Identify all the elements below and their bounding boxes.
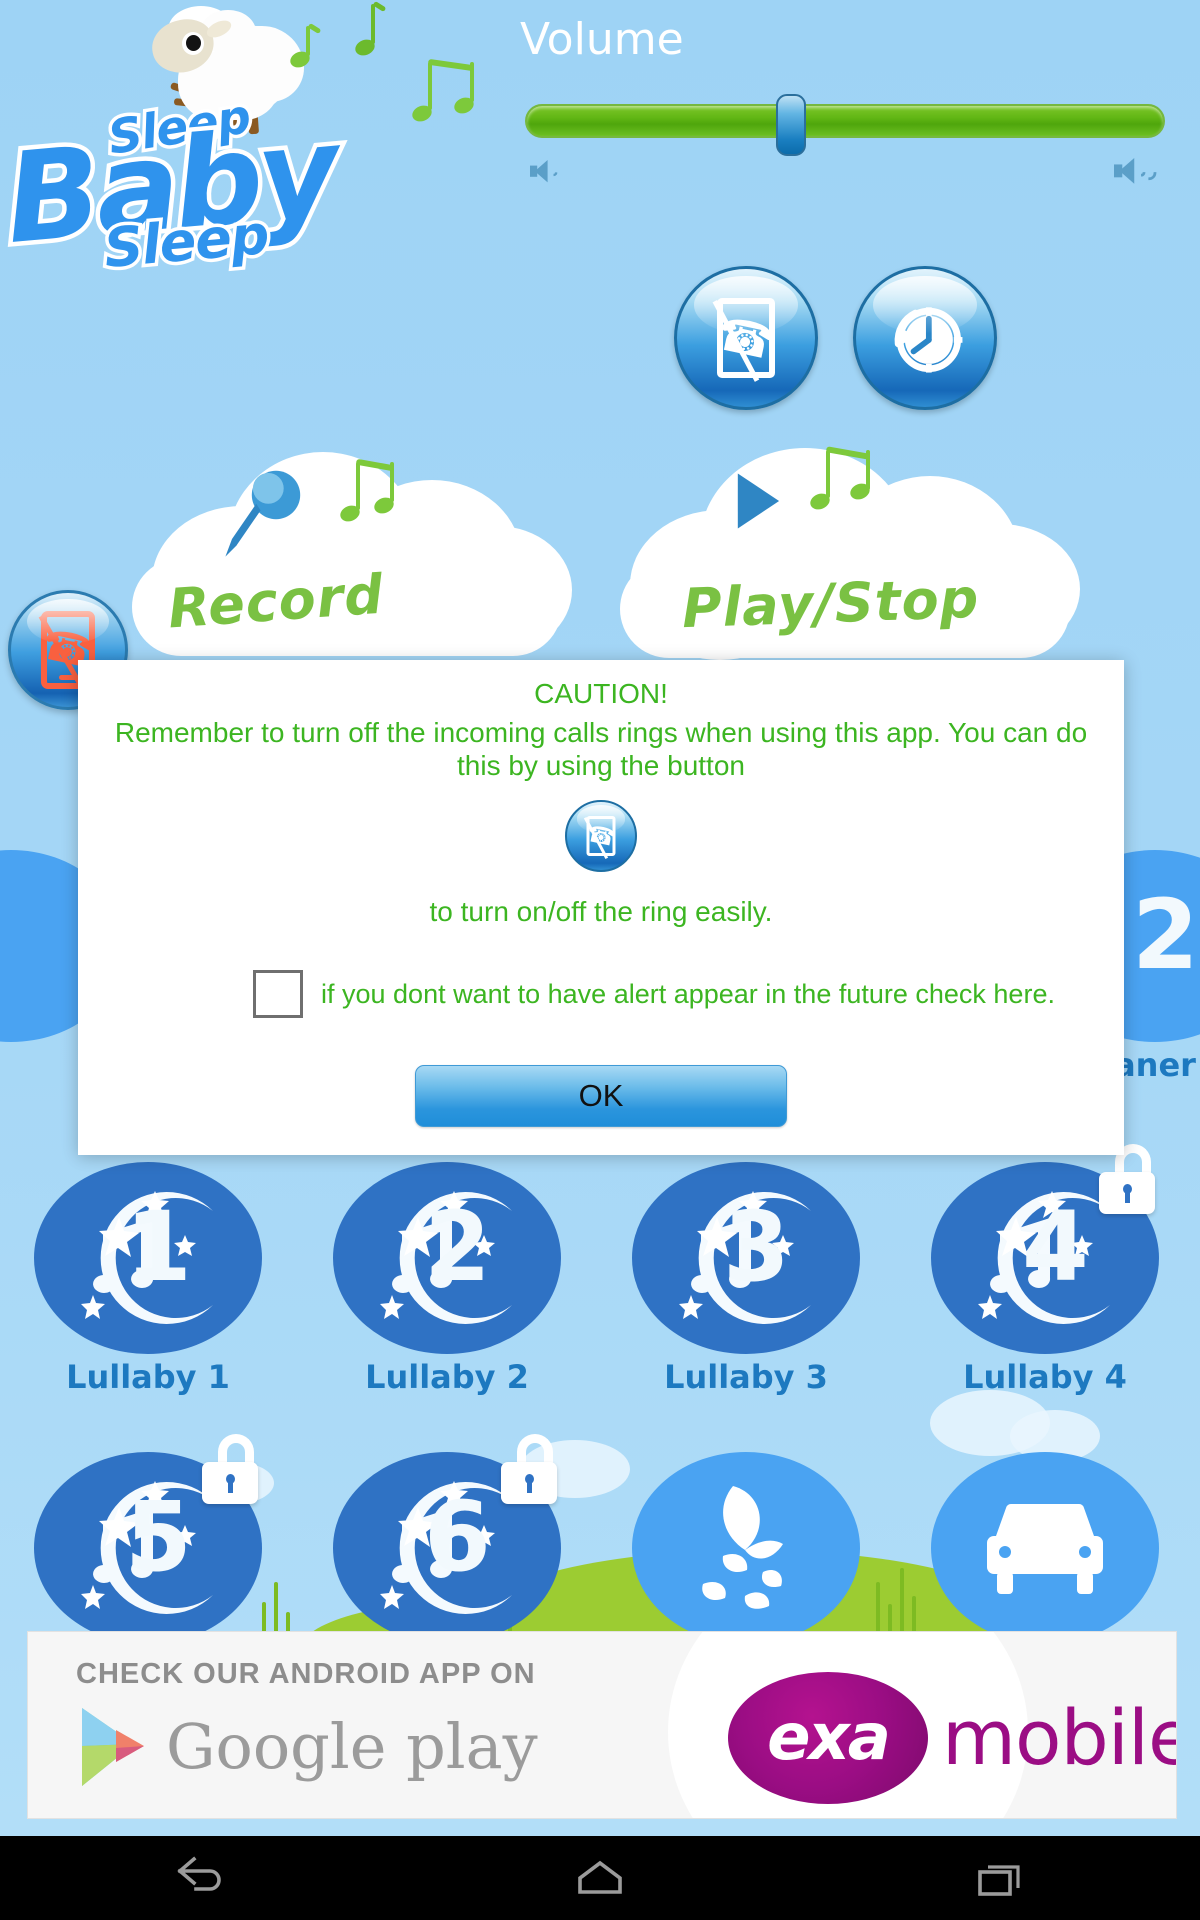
dialog-checkbox-row[interactable]: if you dont want to have alert appear in… [78, 970, 1124, 1019]
nav-back-button[interactable] [140, 1836, 260, 1920]
home-icon [578, 1860, 622, 1894]
android-navigation-bar [0, 1836, 1200, 1920]
dialog-inline-ring-button[interactable]: ☎ [565, 800, 637, 873]
app-root: Sleep Baby Sleep Volume ☎ ☎ Record Play/… [0, 0, 1200, 1836]
nav-recents-button[interactable] [940, 1836, 1060, 1920]
caution-dialog: CAUTION! Remember to turn off the incomi… [78, 660, 1124, 1155]
phone-mute-icon: ☎ [583, 816, 618, 860]
dialog-title: CAUTION! [534, 678, 668, 709]
dialog-checkbox-label: if you dont want to have alert appear in… [321, 978, 1055, 1009]
recents-icon [978, 1865, 1020, 1896]
dialog-ok-button[interactable]: OK [415, 1065, 787, 1127]
dialog-dont-show-checkbox[interactable] [253, 970, 303, 1019]
dialog-tail-text: to turn on/off the ring easily. [429, 896, 773, 928]
dialog-body-text: Remember to turn off the incoming calls … [114, 717, 1088, 782]
nav-home-button[interactable] [540, 1836, 660, 1920]
dialog-overlay: CAUTION! Remember to turn off the incomi… [0, 0, 1200, 1836]
back-arrow-icon [177, 1856, 221, 1891]
